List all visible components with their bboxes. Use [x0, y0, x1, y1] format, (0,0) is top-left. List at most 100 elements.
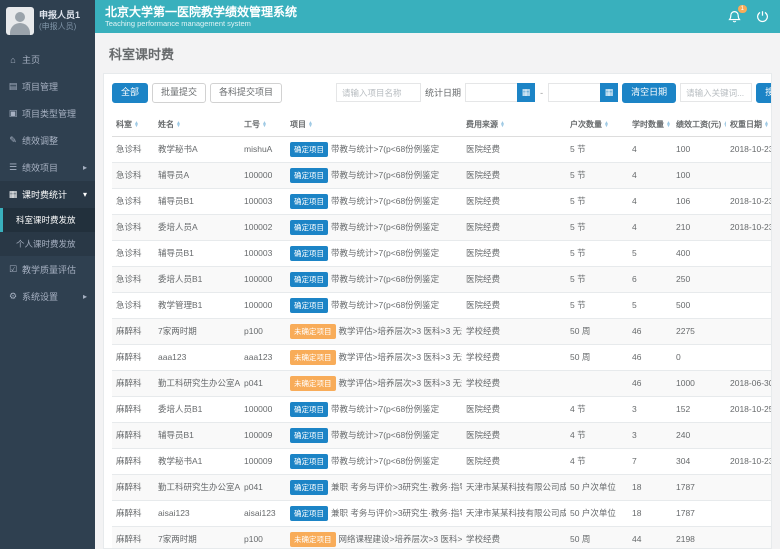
project-status-badge[interactable]: 确定项目	[290, 194, 328, 209]
sort-icon: ▲▼	[308, 122, 313, 127]
table-row: 麻醉科 aisai123 aisai123 确定项目兼职 考务与评价>3研究生·…	[112, 500, 772, 526]
cell-employee-id: 100000	[240, 162, 286, 188]
cell-date	[726, 422, 772, 448]
table-row: 急诊科 委培人员A 100002 确定项目带教与统计>7(p<68份例鉴定 医院…	[112, 214, 772, 240]
cell-fee-source: 医院经费	[462, 396, 566, 422]
list-icon: ☰	[8, 162, 18, 173]
cell-date	[726, 266, 772, 292]
sidebar-item-system-settings[interactable]: ⚙ 系统设置 ▸	[0, 283, 95, 310]
notification-bell-icon[interactable]: 1	[726, 9, 742, 25]
cell-fee-source: 医院经费	[462, 136, 566, 162]
column-header[interactable]: 户次数量▲▼	[566, 113, 628, 137]
project-status-badge[interactable]: 未确定项目	[290, 376, 336, 391]
project-status-badge[interactable]: 确定项目	[290, 454, 328, 469]
project-status-badge[interactable]: 确定项目	[290, 428, 328, 443]
sidebar-subitem-label: 科室课时费发放	[16, 215, 76, 225]
project-desc: 带教与统计>7(p<68份例鉴定	[331, 300, 439, 310]
project-status-badge[interactable]: 确定项目	[290, 298, 328, 313]
project-status-badge[interactable]: 确定项目	[290, 168, 328, 183]
clear-date-button[interactable]: 清空日期	[622, 83, 676, 103]
logout-icon[interactable]	[754, 9, 770, 25]
topbar-actions: 1	[726, 9, 770, 25]
project-status-badge[interactable]: 确定项目	[290, 272, 328, 287]
project-desc: 兼职 考务与评价>3研究生·教务·指导	[331, 508, 462, 518]
sidebar-item-project-type-mgmt[interactable]: ▣ 项目类型管理	[0, 100, 95, 127]
cell-units: 5 节	[566, 240, 628, 266]
table-row: 急诊科 辅导员B1 100003 确定项目带教与统计>7(p<68份例鉴定 医院…	[112, 240, 772, 266]
date-from-input[interactable]	[465, 83, 517, 102]
project-status-badge[interactable]: 确定项目	[290, 220, 328, 235]
column-header[interactable]: 费用来源▲▼	[462, 113, 566, 137]
column-header[interactable]: 项目▲▼	[286, 113, 462, 137]
home-icon: ⌂	[8, 55, 18, 65]
project-status-badge[interactable]: 确定项目	[290, 246, 328, 261]
sidebar-item-home[interactable]: ⌂ 主页	[0, 46, 95, 73]
cell-employee-id: 100000	[240, 292, 286, 318]
sidebar-item-class-fee-stats[interactable]: ▦ 课时费统计 ▾	[0, 181, 95, 208]
table-row: 麻醉科 辅导员B1 100009 确定项目带教与统计>7(p<68份例鉴定 医院…	[112, 422, 772, 448]
cell-dept: 急诊科	[112, 136, 154, 162]
cell-project: 确定项目带教与统计>7(p<68份例鉴定	[286, 162, 462, 188]
column-header[interactable]: 学时数量▲▼	[628, 113, 672, 137]
project-desc: 网络课程建设>培养层次>3 医科>3 学员	[339, 534, 463, 544]
date-from-group: ▦	[465, 83, 535, 102]
batch-submit-button[interactable]: 批量提交	[152, 83, 206, 103]
project-status-badge[interactable]: 确定项目	[290, 142, 328, 157]
project-desc: 带教与统计>7(p<68份例鉴定	[331, 274, 439, 284]
table-row: 急诊科 教学秘书A mishuA 确定项目带教与统计>7(p<68份例鉴定 医院…	[112, 136, 772, 162]
column-header[interactable]: 工号▲▼	[240, 113, 286, 137]
cell-name: aaa123	[154, 344, 240, 370]
cell-salary: 210	[672, 214, 726, 240]
cell-units: 50 周	[566, 526, 628, 549]
project-status-badge[interactable]: 未确定项目	[290, 324, 336, 339]
sidebar-subitem-dept-class-fee[interactable]: 科室课时费发放	[0, 208, 95, 232]
cell-employee-id: aaa123	[240, 344, 286, 370]
calendar-icon[interactable]: ▦	[600, 83, 618, 102]
sidebar-item-project-mgmt[interactable]: ▤ 项目管理	[0, 73, 95, 100]
column-header[interactable]: 权重日期▲▼	[726, 113, 772, 137]
cell-employee-id: 100000	[240, 266, 286, 292]
column-header[interactable]: 姓名▲▼	[154, 113, 240, 137]
sidebar-item-label: 教学质量评估	[22, 263, 76, 276]
project-status-badge[interactable]: 确定项目	[290, 506, 328, 521]
project-desc: 带教与统计>7(p<68份例鉴定	[331, 170, 439, 180]
column-header[interactable]: 科室▲▼	[112, 113, 154, 137]
column-header[interactable]: 绩效工资(元)▲▼	[672, 113, 726, 137]
sidebar-item-label: 项目管理	[22, 80, 58, 93]
sort-icon: ▲▼	[176, 122, 181, 127]
dept-submit-button[interactable]: 各科提交项目	[210, 83, 282, 103]
cell-hours: 46	[628, 370, 672, 396]
project-name-input[interactable]	[336, 83, 421, 102]
sidebar-item-teaching-quality[interactable]: ☑ 教学质量评估	[0, 256, 95, 283]
cell-fee-source: 医院经费	[462, 448, 566, 474]
cell-fee-source: 天津市某某科技有限公司成果项目	[462, 500, 566, 526]
table-row: 麻醉科 勤工科研究生办公室A p041 未确定项目教学评估>培养层次>3 医科>…	[112, 370, 772, 396]
project-status-badge[interactable]: 确定项目	[290, 480, 328, 495]
date-range-label: 统计日期	[425, 86, 461, 99]
cell-fee-source: 学校经费	[462, 344, 566, 370]
cell-units: 5 节	[566, 162, 628, 188]
cell-hours: 5	[628, 240, 672, 266]
sidebar-item-performance-adjust[interactable]: ✎ 绩效调整	[0, 127, 95, 154]
cell-fee-source: 医院经费	[462, 422, 566, 448]
sidebar-subitem-personal-class-fee[interactable]: 个人课时费发放	[0, 232, 95, 256]
project-status-badge[interactable]: 确定项目	[290, 402, 328, 417]
project-status-badge[interactable]: 未确定项目	[290, 532, 336, 547]
filter-all-button[interactable]: 全部	[112, 83, 148, 103]
user-panel[interactable]: 申报人员1 (申报人员)	[0, 0, 95, 42]
table-body: 急诊科 教学秘书A mishuA 确定项目带教与统计>7(p<68份例鉴定 医院…	[112, 136, 772, 549]
cell-date	[726, 526, 772, 549]
cell-fee-source: 天津市某某科技有限公司成果项目	[462, 474, 566, 500]
date-to-input[interactable]	[548, 83, 600, 102]
cell-dept: 急诊科	[112, 266, 154, 292]
gear-icon: ⚙	[8, 291, 18, 302]
keyword-input[interactable]	[680, 83, 752, 102]
page-title: 科室课时费	[95, 33, 780, 73]
sidebar-item-performance-project[interactable]: ☰ 绩效项目 ▸	[0, 154, 95, 181]
cell-units: 5 节	[566, 136, 628, 162]
search-button[interactable]: 搜索	[756, 83, 772, 103]
project-status-badge[interactable]: 未确定项目	[290, 350, 336, 365]
calendar-icon[interactable]: ▦	[517, 83, 535, 102]
cell-employee-id: 100003	[240, 188, 286, 214]
cell-units: 50 周	[566, 344, 628, 370]
